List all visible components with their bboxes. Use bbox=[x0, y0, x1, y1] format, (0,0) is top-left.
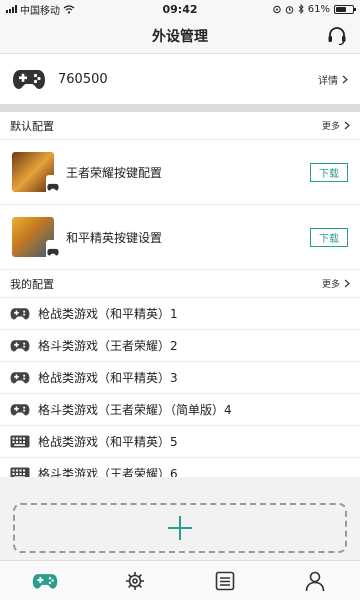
my-config-item[interactable]: 格斗类游戏（王者荣耀）（简单版）4 bbox=[0, 394, 360, 426]
my-config-label: 枪战类游戏（和平精英）1 bbox=[38, 307, 178, 321]
add-config-area bbox=[0, 490, 360, 560]
my-config-label: 格斗类游戏（王者荣耀）6 bbox=[38, 467, 178, 477]
signal-icon bbox=[6, 5, 17, 13]
device-card[interactable]: 760500 详情 bbox=[0, 54, 360, 104]
keyboard-icon bbox=[10, 435, 30, 448]
device-name: 760500 bbox=[58, 71, 108, 87]
default-section-header: 默认配置 更多 bbox=[0, 112, 360, 140]
carrier-label: 中国移动 bbox=[20, 5, 60, 17]
download-button[interactable]: 下载 bbox=[310, 162, 348, 182]
my-config-item[interactable]: 枪战类游戏（和平精英）1 bbox=[0, 298, 360, 330]
chevron-right-icon bbox=[344, 121, 350, 130]
chevron-right-icon bbox=[342, 75, 348, 83]
gamepad-icon bbox=[10, 340, 30, 352]
list-icon bbox=[215, 571, 235, 590]
detail-label: 详情 bbox=[318, 75, 338, 87]
default-config-item[interactable]: 王者荣耀按键配置 下载 bbox=[0, 140, 360, 205]
default-more-link[interactable]: 更多 bbox=[322, 119, 350, 132]
more-label: 更多 bbox=[321, 280, 340, 290]
my-config-label: 格斗类游戏（王者荣耀）（简单版）4 bbox=[38, 403, 232, 417]
my-config-label: 枪战类游戏（和平精英）5 bbox=[38, 435, 178, 449]
my-section-header: 我的配置 更多 bbox=[0, 270, 360, 298]
page-title: 外设管理 bbox=[152, 28, 208, 45]
my-config-item[interactable]: 枪战类游戏（和平精英）3 bbox=[0, 362, 360, 394]
chevron-right-icon bbox=[344, 279, 350, 288]
my-config-label: 枪战类游戏（和平精英）3 bbox=[38, 371, 178, 385]
nav-bar: 外设管理 bbox=[0, 18, 360, 54]
gamepad-icon bbox=[47, 248, 59, 256]
game-thumbnail bbox=[12, 217, 60, 261]
default-config-title: 王者荣耀按键配置 bbox=[66, 165, 163, 180]
download-button[interactable]: 下载 bbox=[310, 227, 348, 247]
keyboard-icon bbox=[10, 467, 30, 477]
status-time: 09:42 bbox=[162, 2, 198, 16]
tab-bar bbox=[0, 560, 360, 600]
gamepad-icon bbox=[10, 372, 30, 384]
my-config-item[interactable]: 格斗类游戏（王者荣耀）6 bbox=[0, 458, 360, 477]
headset-icon[interactable] bbox=[326, 26, 348, 46]
default-section-title: 默认配置 bbox=[10, 119, 54, 133]
my-config-item[interactable]: 枪战类游戏（和平精英）5 bbox=[0, 426, 360, 458]
alarm-icon bbox=[285, 5, 294, 14]
default-config-item[interactable]: 和平精英按键设置 下载 bbox=[0, 205, 360, 270]
device-detail-link[interactable]: 详情 bbox=[318, 72, 348, 87]
gamepad-icon bbox=[10, 404, 30, 416]
status-left: 中国移动 bbox=[6, 2, 136, 17]
my-config-label: 格斗类游戏（王者荣耀）2 bbox=[38, 339, 178, 353]
tab-controller[interactable] bbox=[0, 561, 90, 600]
wifi-icon bbox=[63, 4, 75, 13]
add-config-button[interactable] bbox=[13, 503, 347, 553]
my-more-link[interactable]: 更多 bbox=[322, 277, 350, 290]
config-list[interactable]: 默认配置 更多 王者荣耀按键配置 下载 和平精英按键设置 下载 我的配置 更多 … bbox=[0, 112, 360, 477]
tab-profile[interactable] bbox=[270, 561, 360, 600]
game-thumbnail bbox=[12, 152, 60, 196]
tab-list[interactable] bbox=[180, 561, 270, 600]
gamepad-icon bbox=[13, 70, 45, 89]
status-right: 61% bbox=[224, 3, 356, 15]
section-divider bbox=[0, 104, 360, 112]
gear-icon bbox=[126, 571, 144, 590]
tab-settings[interactable] bbox=[90, 561, 180, 600]
default-config-title: 和平精英按键设置 bbox=[66, 230, 163, 245]
gamepad-icon bbox=[32, 573, 58, 589]
plus-icon bbox=[168, 516, 192, 540]
more-label: 更多 bbox=[321, 122, 340, 132]
bluetooth-icon bbox=[298, 4, 304, 14]
my-config-item[interactable]: 格斗类游戏（王者荣耀）2 bbox=[0, 330, 360, 362]
battery-icon bbox=[334, 4, 356, 14]
gamepad-icon bbox=[10, 308, 30, 320]
my-section-title: 我的配置 bbox=[10, 277, 54, 291]
battery-percent: 61% bbox=[307, 3, 330, 15]
gamepad-icon bbox=[47, 183, 59, 191]
location-icon bbox=[273, 5, 281, 13]
status-bar: 中国移动 09:42 61% bbox=[0, 0, 360, 18]
user-icon bbox=[305, 571, 325, 591]
